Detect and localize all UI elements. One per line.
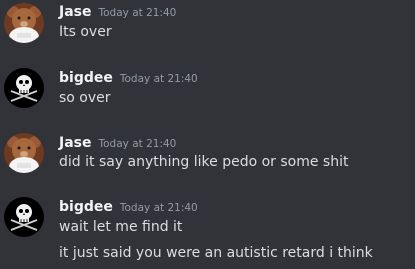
message-text: so over — [59, 90, 111, 106]
skull-crossed-swords-avatar-icon[interactable] — [4, 197, 44, 237]
message-text: it just said you were an autistic retard… — [59, 245, 373, 261]
timestamp: Today at 21:40 — [98, 138, 177, 150]
timestamp: Today at 21:40 — [119, 202, 198, 214]
message-text: did it say anything like pedo or some sh… — [59, 154, 349, 170]
chat-message-list: Jase Today at 21:40 Its over bigdee Today … — [0, 0, 415, 269]
teddy-bear-avatar-icon[interactable] — [4, 3, 44, 43]
timestamp: Today at 21:40 — [119, 73, 198, 85]
timestamp: Today at 21:40 — [98, 7, 177, 19]
username[interactable]: bigdee — [59, 199, 113, 215]
message-text: wait let me find it — [59, 219, 183, 235]
username[interactable]: bigdee — [59, 70, 113, 86]
skull-crossed-swords-avatar-icon[interactable] — [4, 68, 44, 108]
chat-message: Jase Today at 21:40 Its over — [0, 0, 415, 60]
message-text: Its over — [59, 24, 112, 40]
chat-message: Jase Today at 21:40 did it say anything l… — [0, 129, 415, 189]
username[interactable]: Jase — [59, 135, 91, 151]
teddy-bear-avatar-icon[interactable] — [4, 133, 44, 173]
chat-message: bigdee Today at 21:40 so over — [0, 64, 415, 124]
chat-message: bigdee Today at 21:40 wait let me find it… — [0, 192, 415, 269]
username[interactable]: Jase — [59, 4, 91, 20]
